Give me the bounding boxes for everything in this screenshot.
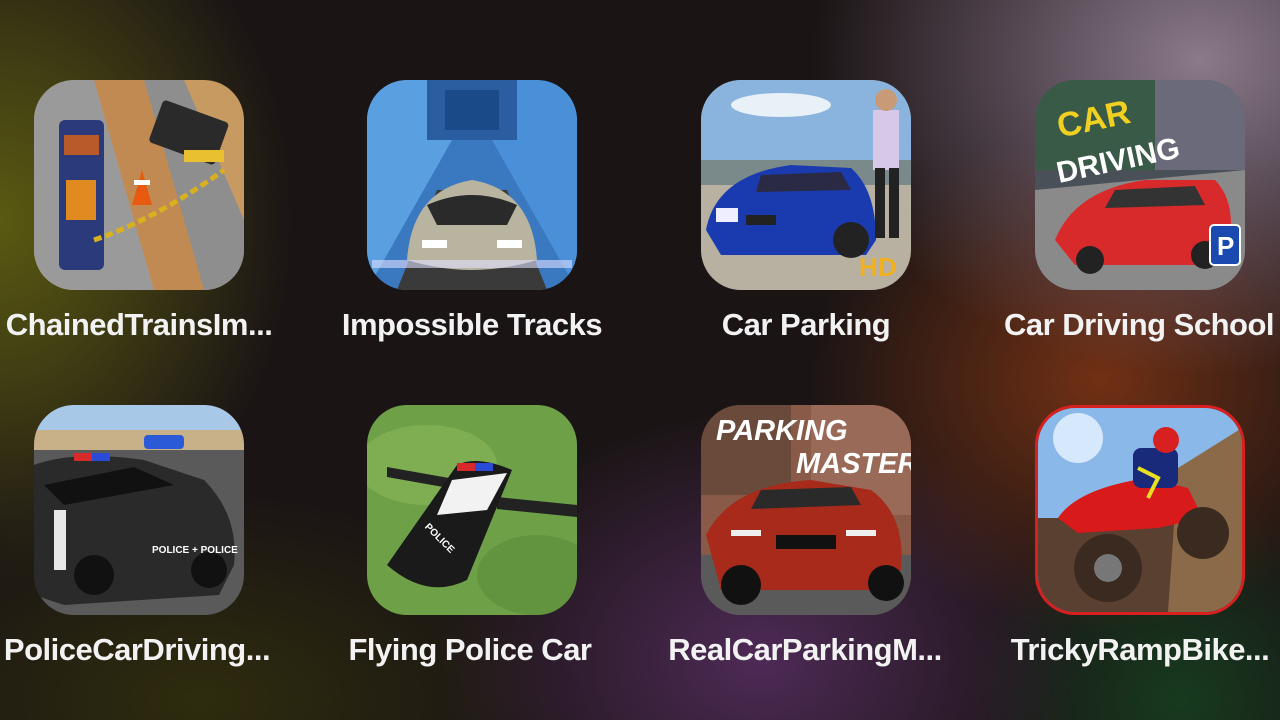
hd-badge: HD: [859, 252, 897, 282]
police-text: POLICE + POLICE: [152, 545, 238, 556]
app-icon-flying-police-car[interactable]: POLICE: [367, 405, 577, 615]
police-car-driving-icon: POLICE + POLICE: [34, 405, 244, 615]
app-label-flying-police-car[interactable]: Flying Police Car: [320, 632, 620, 668]
parking-title: PARKING: [716, 415, 848, 447]
app-icon-chained-trains[interactable]: [34, 80, 244, 290]
app-icon-police-car-driving[interactable]: POLICE + POLICE: [34, 405, 244, 615]
car-driving-school-icon: CAR DRIVING P: [1035, 80, 1245, 290]
parking-sign: P: [1217, 231, 1234, 261]
master-title: MASTER: [796, 448, 911, 480]
app-label-chained-trains[interactable]: ChainedTrainsIm...: [0, 307, 278, 343]
app-icon-car-parking[interactable]: HD: [701, 80, 911, 290]
car-parking-icon: HD: [701, 80, 911, 290]
app-label-tricky-ramp-bike[interactable]: TrickyRampBike...: [1000, 632, 1280, 668]
flying-police-car-icon: POLICE: [367, 405, 577, 615]
app-label-real-car-parking[interactable]: RealCarParkingM...: [660, 632, 950, 668]
tricky-ramp-bike-icon: [1038, 408, 1242, 612]
real-car-parking-master-icon: PARKING MASTER: [701, 405, 911, 615]
app-icon-tricky-ramp-bike[interactable]: [1035, 405, 1245, 615]
app-label-police-car-driving[interactable]: PoliceCarDriving...: [0, 632, 274, 668]
chained-trains-icon: [34, 80, 244, 290]
app-label-car-driving-school[interactable]: Car Driving School: [998, 307, 1280, 343]
app-label-car-parking[interactable]: Car Parking: [670, 307, 942, 343]
impossible-tracks-icon: [367, 80, 577, 290]
app-icon-car-driving-school[interactable]: CAR DRIVING P: [1035, 80, 1245, 290]
app-icon-real-car-parking[interactable]: PARKING MASTER: [701, 405, 911, 615]
app-label-impossible-tracks[interactable]: Impossible Tracks: [315, 307, 629, 343]
app-icon-impossible-tracks[interactable]: [367, 80, 577, 290]
